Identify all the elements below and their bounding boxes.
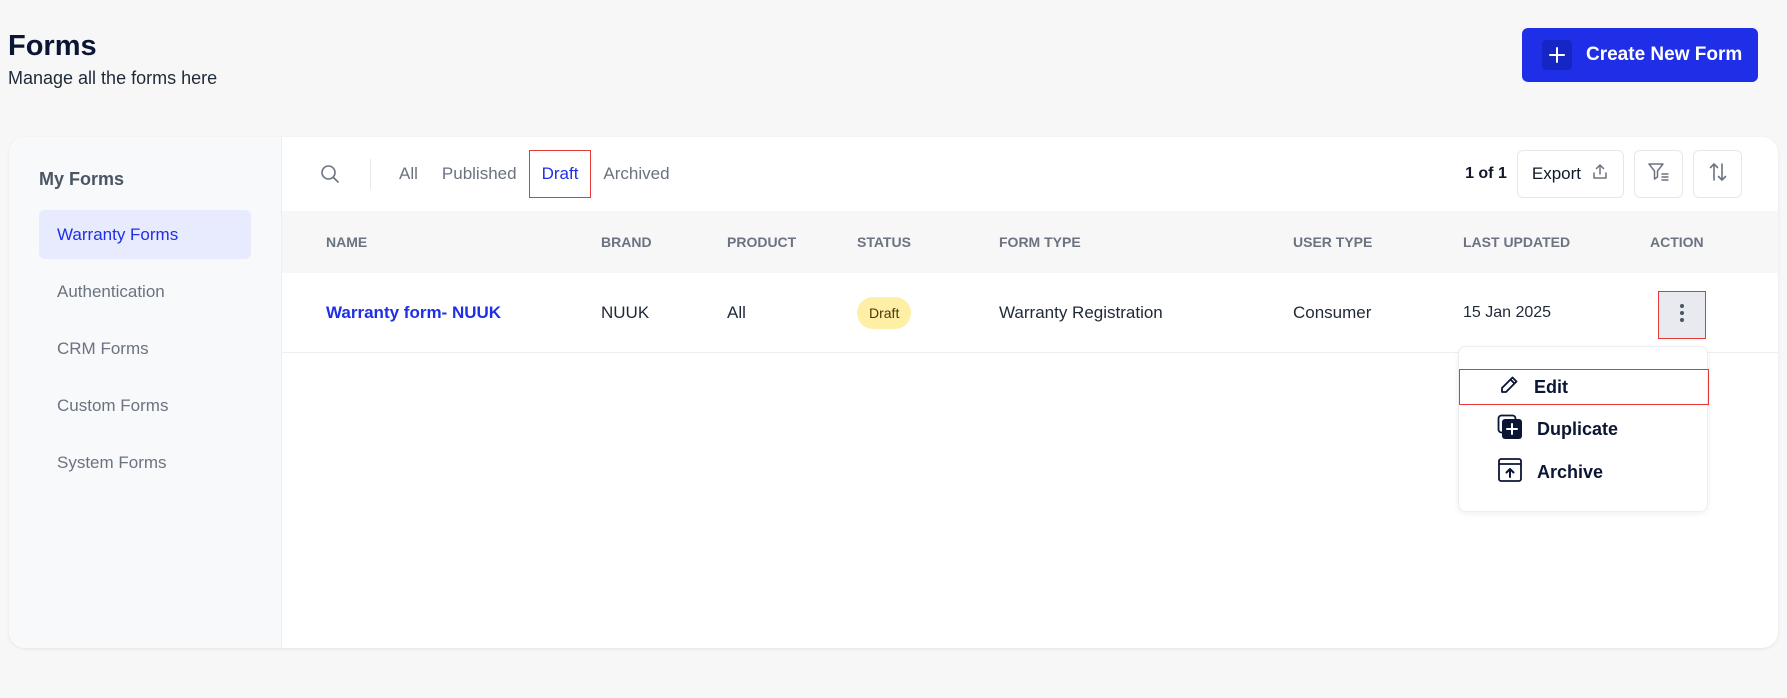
export-label: Export [1531,164,1581,183]
cell-brand: NUUK [601,302,650,322]
archive-icon [1497,457,1523,488]
column-header-action: ACTION [1650,234,1704,250]
menu-item-label: Archive [1537,461,1604,482]
table-row: Warranty form- NUUK NUUK All Draft Warra… [282,273,1778,353]
menu-item-duplicate[interactable]: Duplicate [1459,411,1709,447]
column-header-last-updated[interactable]: LAST UPDATED [1463,234,1570,250]
column-header-product[interactable]: PRODUCT [727,234,796,250]
more-vertical-icon [1679,303,1685,328]
sidebar-item-custom-forms[interactable]: Custom Forms [39,381,251,430]
sort-icon [1707,161,1729,188]
column-header-status[interactable]: STATUS [857,234,911,250]
plus-icon [1542,40,1572,70]
export-button[interactable]: Export [1516,150,1624,198]
create-new-form-label: Create New Form [1586,44,1743,65]
filter-icon [1647,161,1671,188]
cell-last-updated: 15 Jan 2025 [1463,303,1552,321]
page-count: 1 of 1 [1465,165,1507,182]
tab-published[interactable]: Published [430,150,529,198]
search-icon[interactable] [318,162,342,186]
tab-archived[interactable]: Archived [591,150,681,198]
column-header-name[interactable]: NAME [326,234,367,250]
toolbar-actions: 1 of 1 Export [1465,150,1742,198]
menu-item-label: Duplicate [1537,418,1619,439]
toolbar-divider [370,159,371,189]
sidebar-item-system-forms[interactable]: System Forms [39,438,251,487]
pencil-icon [1498,374,1520,401]
page-subtitle: Manage all the forms here [8,68,218,88]
row-action-menu-button[interactable] [1658,291,1706,339]
menu-item-archive[interactable]: Archive [1459,454,1709,490]
page-header: Forms Manage all the forms here [8,28,217,89]
cell-product: All [727,302,746,322]
sidebar-item-authentication[interactable]: Authentication [39,267,251,316]
status-badge: Draft [857,296,912,329]
tab-draft[interactable]: Draft [528,150,592,198]
column-header-form-type[interactable]: FORM TYPE [999,234,1081,250]
page-title: Forms [8,30,97,62]
sidebar-item-warranty-forms[interactable]: Warranty Forms [39,210,251,259]
cell-form-type: Warranty Registration [999,302,1163,322]
menu-item-label: Edit [1534,376,1568,397]
menu-item-edit[interactable]: Edit [1459,369,1709,405]
table-header: NAME BRAND PRODUCT STATUS FORM TYPE USER… [282,211,1778,273]
export-icon [1591,163,1609,186]
filter-button[interactable] [1634,150,1683,198]
duplicate-icon [1497,414,1523,445]
sort-button[interactable] [1693,150,1742,198]
column-header-brand[interactable]: BRAND [601,234,652,250]
form-name-link[interactable]: Warranty form- NUUK [326,303,501,323]
sidebar-title: My Forms [39,169,125,189]
create-new-form-button[interactable]: Create New Form [1522,28,1758,82]
cell-user-type: Consumer [1293,302,1372,322]
tab-all[interactable]: All [387,150,430,198]
column-header-user-type[interactable]: USER TYPE [1293,234,1372,250]
toolbar: All Published Draft Archived 1 of 1 Expo… [282,137,1778,211]
sidebar-item-crm-forms[interactable]: CRM Forms [39,324,251,373]
sidebar: My Forms Warranty Forms Authentication C… [9,137,282,648]
row-action-menu: Edit Duplicate Archive [1458,346,1709,512]
